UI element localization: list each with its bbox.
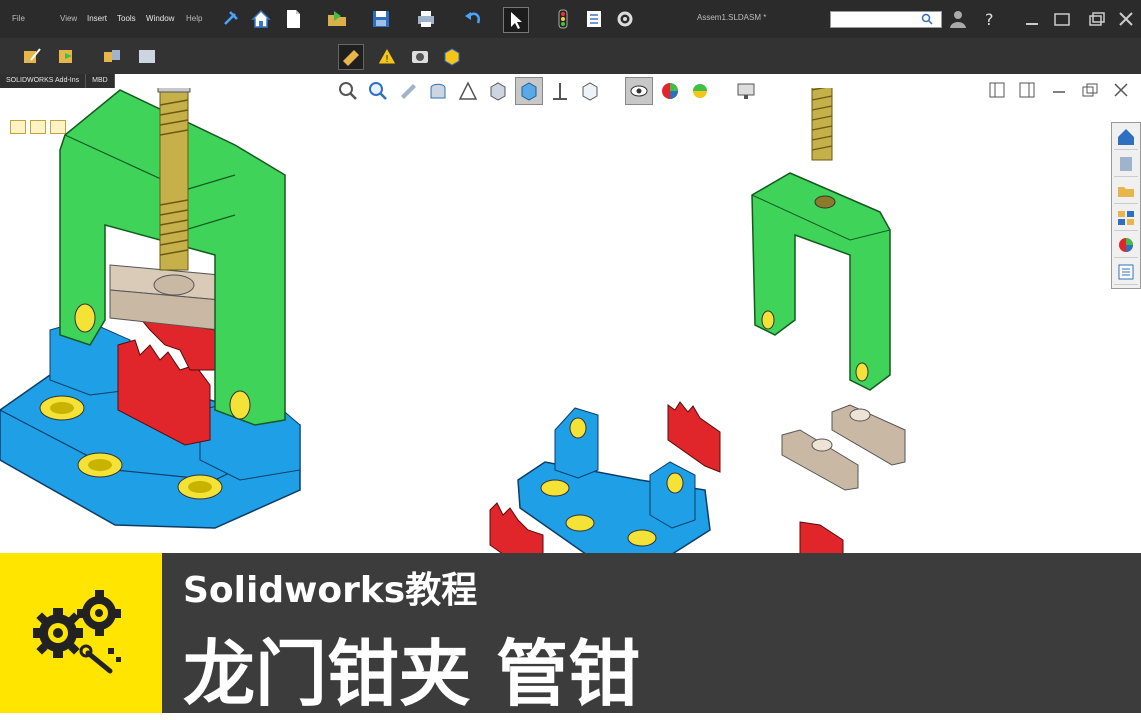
exploded-jaw-upper[interactable] <box>667 401 721 473</box>
search-icon <box>921 13 933 25</box>
tab-mbd[interactable]: MBD <box>86 74 115 88</box>
graphics-area[interactable] <box>0 88 1141 553</box>
menu-view[interactable]: View <box>60 14 77 23</box>
select-icon[interactable] <box>503 7 529 33</box>
window-icon[interactable] <box>1085 7 1109 31</box>
exploded-jaw-small[interactable] <box>799 521 844 553</box>
command-tabs: SOLIDWORKS Add-Ins MBD <box>0 74 115 88</box>
logo <box>0 553 162 713</box>
menu-file[interactable]: File <box>12 14 25 23</box>
minimize-icon[interactable] <box>1020 7 1044 31</box>
mate-icon[interactable] <box>100 44 124 68</box>
gears-icon <box>33 590 121 674</box>
interference-icon[interactable]: ! <box>375 44 399 68</box>
title-banner: Solidworks教程 龙门钳夹 管钳 <box>0 553 1141 716</box>
restore-icon[interactable] <box>1050 7 1074 31</box>
svg-text:!: ! <box>385 54 389 65</box>
open-icon[interactable] <box>325 7 349 31</box>
svg-text:?: ? <box>985 10 994 29</box>
assembled-clamp[interactable] <box>0 88 340 529</box>
edit-component-icon[interactable] <box>20 44 44 68</box>
undo-icon[interactable] <box>461 7 485 31</box>
banner-subtitle: Solidworks教程 <box>183 570 478 611</box>
options-icon[interactable] <box>613 7 637 31</box>
instant3d-icon[interactable] <box>440 44 464 68</box>
save-icon[interactable] <box>369 7 393 31</box>
help-icon[interactable]: ? <box>979 7 1003 31</box>
user-icon[interactable] <box>946 7 970 31</box>
file-properties-icon[interactable] <box>582 7 606 31</box>
tab-solidworks-addins[interactable]: SOLIDWORKS Add-Ins <box>0 74 87 88</box>
rebuild-icon[interactable] <box>551 7 575 31</box>
banner-title: 龙门钳夹 管钳 <box>183 632 641 716</box>
exploded-screw[interactable] <box>811 88 1112 161</box>
command-manager: ! <box>0 38 1141 74</box>
menu-tools[interactable]: Tools <box>117 14 136 23</box>
menu-help[interactable]: Help <box>186 14 202 23</box>
insert-component-icon[interactable] <box>55 44 79 68</box>
main-toolbar: File View Insert Tools Window Help Assem… <box>0 0 1141 38</box>
print-icon[interactable] <box>414 7 438 31</box>
home-icon[interactable] <box>249 7 273 31</box>
exploded-view-icon[interactable] <box>338 44 364 70</box>
menu-window[interactable]: Window <box>146 14 174 23</box>
document-title: Assem1.SLDASM * <box>697 13 767 22</box>
new-document-icon[interactable] <box>281 7 305 31</box>
search-input[interactable] <box>830 11 942 28</box>
pin-icon[interactable] <box>218 7 242 31</box>
linear-pattern-icon[interactable] <box>135 44 159 68</box>
menu-insert[interactable]: Insert <box>87 14 107 23</box>
snapshot-icon[interactable] <box>408 44 432 68</box>
close-icon[interactable] <box>1114 7 1138 31</box>
exploded-frame[interactable] <box>751 172 891 391</box>
